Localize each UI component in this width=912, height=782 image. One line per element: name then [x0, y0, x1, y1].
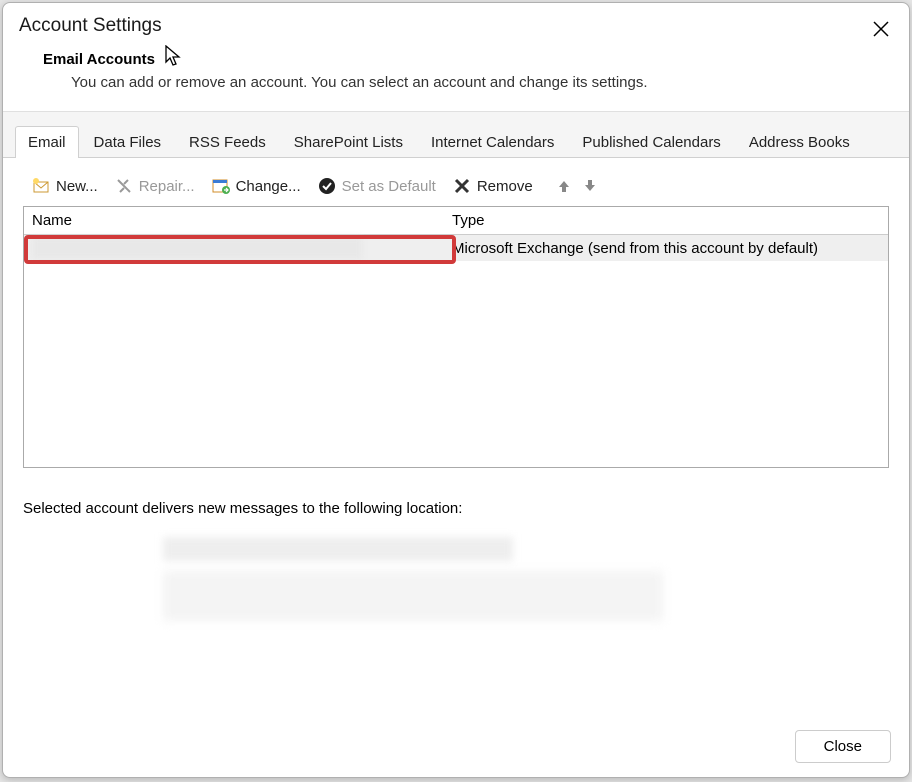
cell-type: Microsoft Exchange (send from this accou… — [448, 240, 888, 257]
new-label: New... — [56, 178, 98, 195]
redacted-location-1 — [163, 537, 513, 561]
close-icon — [873, 21, 889, 37]
new-icon — [31, 176, 51, 196]
close-button[interactable]: Close — [795, 730, 891, 763]
change-label: Change... — [236, 178, 301, 195]
col-header-type[interactable]: Type — [448, 212, 888, 229]
toolbar: New... Repair... — [23, 170, 889, 206]
remove-icon — [452, 176, 472, 196]
move-up-icon[interactable] — [555, 177, 573, 195]
close-icon-button[interactable] — [869, 17, 893, 41]
tab-data-files[interactable]: Data Files — [81, 126, 175, 158]
tab-address-books[interactable]: Address Books — [736, 126, 863, 158]
location-label: Selected account delivers new messages t… — [23, 500, 889, 517]
dialog-title: Account Settings — [19, 15, 893, 37]
redacted-name — [32, 237, 362, 259]
move-arrows — [555, 177, 599, 195]
repair-button[interactable]: Repair... — [114, 176, 195, 196]
check-circle-icon — [317, 176, 337, 196]
tab-panel-email: New... Repair... — [3, 157, 909, 621]
new-button[interactable]: New... — [31, 176, 98, 196]
cell-name — [24, 237, 448, 259]
subheader: Email Accounts You can add or remove an … — [3, 41, 909, 111]
tab-email[interactable]: Email — [15, 126, 79, 158]
change-icon — [211, 176, 231, 196]
tabs: Email Data Files RSS Feeds SharePoint Li… — [3, 112, 909, 158]
set-default-label: Set as Default — [342, 178, 436, 195]
move-down-icon[interactable] — [581, 177, 599, 195]
grid-header: Name Type — [24, 207, 888, 235]
repair-icon — [114, 176, 134, 196]
remove-button[interactable]: Remove — [452, 176, 533, 196]
account-settings-dialog: Account Settings Email Accounts You can … — [2, 2, 910, 778]
remove-label: Remove — [477, 178, 533, 195]
tab-internet-calendars[interactable]: Internet Calendars — [418, 126, 567, 158]
change-button[interactable]: Change... — [211, 176, 301, 196]
tab-rss-feeds[interactable]: RSS Feeds — [176, 126, 279, 158]
table-row[interactable]: Microsoft Exchange (send from this accou… — [24, 235, 888, 261]
repair-label: Repair... — [139, 178, 195, 195]
tab-published-calendars[interactable]: Published Calendars — [569, 126, 733, 158]
tabs-container: Email Data Files RSS Feeds SharePoint Li… — [3, 112, 909, 621]
set-default-button[interactable]: Set as Default — [317, 176, 436, 196]
dialog-footer: Close — [795, 730, 891, 763]
accounts-grid: Name Type Microsoft Exchange (send from … — [23, 206, 889, 468]
subheader-desc: You can add or remove an account. You ca… — [43, 74, 869, 91]
tab-sharepoint-lists[interactable]: SharePoint Lists — [281, 126, 416, 158]
location-details — [163, 537, 889, 621]
dialog-header: Account Settings — [3, 3, 909, 41]
subheader-title: Email Accounts — [43, 51, 869, 68]
col-header-name[interactable]: Name — [24, 212, 448, 229]
redacted-location-2 — [163, 571, 663, 621]
